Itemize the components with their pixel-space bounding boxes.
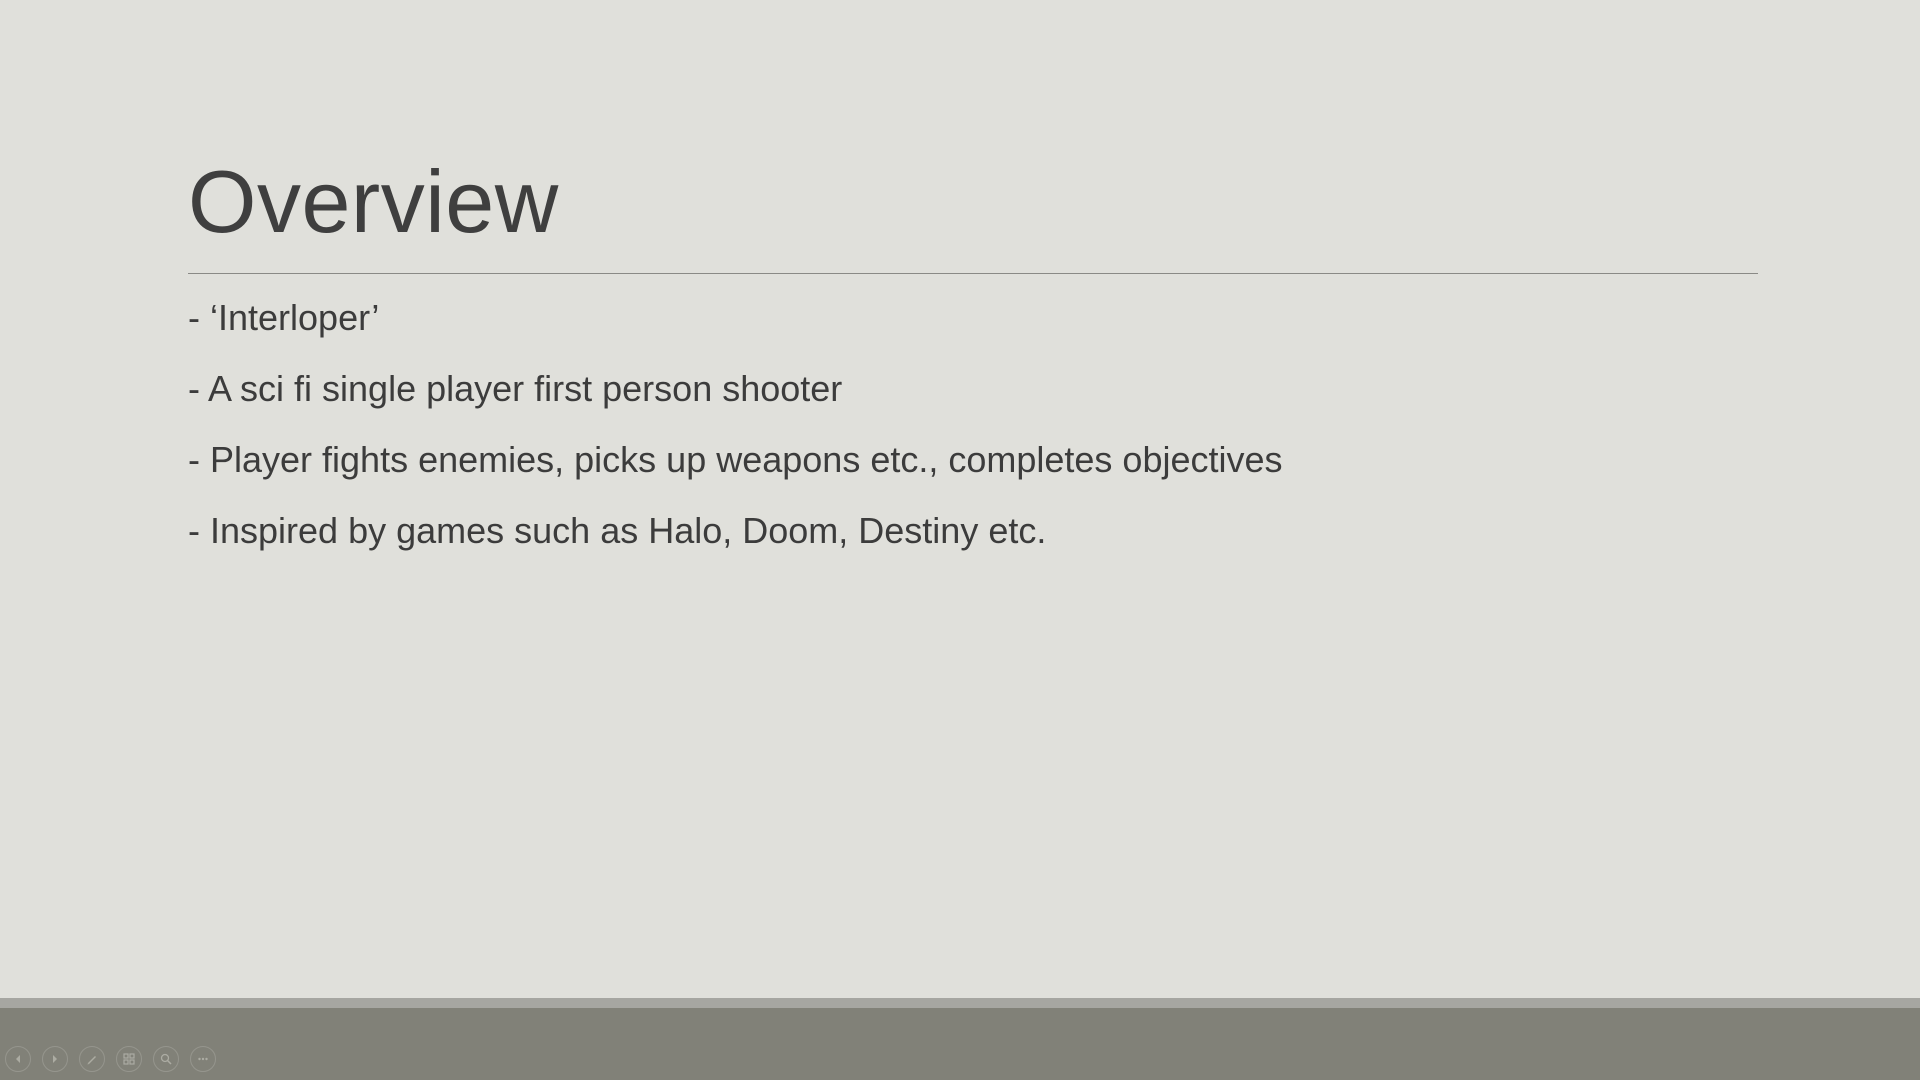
bullet-item: - Player fights enemies, picks up weapon… — [188, 439, 1283, 480]
slide: Overview - ‘Interloper’ - A sci fi singl… — [0, 0, 1920, 998]
slideshow-control-bar — [0, 1008, 1920, 1080]
slide-grid-button[interactable] — [116, 1046, 142, 1072]
bullet-item: - A sci fi single player first person sh… — [188, 368, 843, 409]
previous-slide-icon — [11, 1052, 25, 1066]
pen-button[interactable] — [79, 1046, 105, 1072]
title-divider — [188, 273, 1758, 274]
slide-footer-strip — [0, 998, 1920, 1008]
slideshow-controls — [5, 1046, 216, 1072]
zoom-icon — [159, 1052, 173, 1066]
previous-slide-button[interactable] — [5, 1046, 31, 1072]
zoom-button[interactable] — [153, 1046, 179, 1072]
more-options-button[interactable] — [190, 1046, 216, 1072]
next-slide-button[interactable] — [42, 1046, 68, 1072]
next-slide-icon — [48, 1052, 62, 1066]
slide-grid-icon — [122, 1052, 136, 1066]
bullet-item: - ‘Interloper’ — [188, 297, 380, 338]
slide-title: Overview — [188, 152, 559, 251]
bullet-list: - ‘Interloper’ - A sci fi single player … — [188, 297, 1283, 581]
bullet-item: - Inspired by games such as Halo, Doom, … — [188, 510, 1047, 551]
pen-icon — [85, 1052, 99, 1066]
more-options-icon — [196, 1052, 210, 1066]
